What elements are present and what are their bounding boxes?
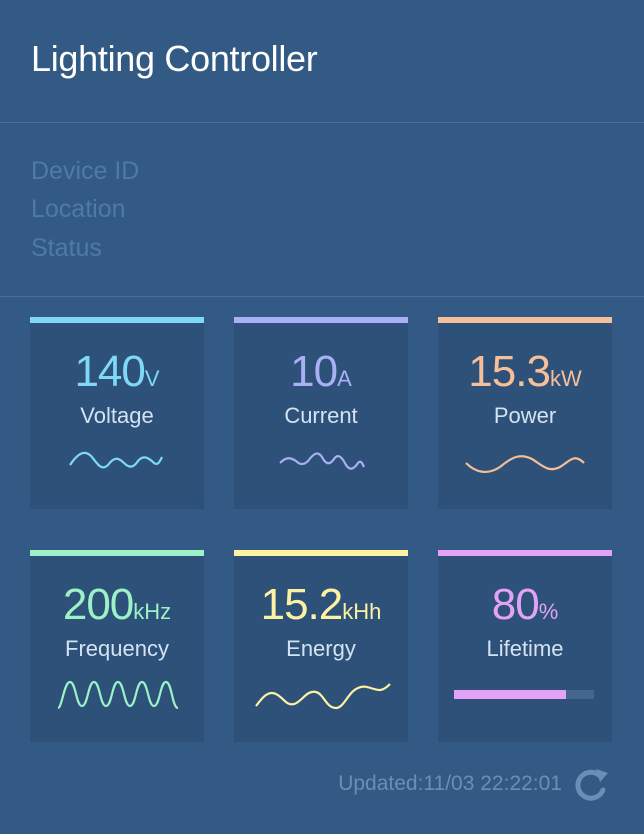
- frequency-unit: kHz: [133, 599, 172, 624]
- location-label: Location: [31, 195, 126, 223]
- current-value: 10A: [234, 347, 408, 397]
- energy-value: 15.2kHh: [234, 580, 408, 630]
- device-id-label: Device ID: [31, 157, 140, 185]
- voltage-label: Voltage: [80, 403, 154, 428]
- current-unit: A: [337, 366, 352, 391]
- frequency-label: Frequency: [65, 636, 169, 661]
- lifetime-progress-bar: [454, 690, 594, 699]
- power-number: 15.3: [468, 347, 551, 396]
- energy-unit: kHh: [342, 599, 382, 624]
- status-label: Status: [31, 234, 102, 262]
- energy-number: 15.2: [260, 580, 344, 629]
- energy-card: 15.2kHh Energy: [234, 550, 408, 742]
- frequency-value: 200kHz: [30, 580, 204, 630]
- lifetime-value: 80%: [438, 580, 612, 630]
- energy-label: Energy: [286, 636, 356, 661]
- current-number: 10: [290, 347, 338, 396]
- frequency-wave-icon: [56, 680, 179, 710]
- frequency-number: 200: [62, 580, 134, 629]
- lifetime-number: 80: [491, 580, 540, 629]
- power-card: 15.3kW Power: [438, 317, 612, 509]
- current-card: 10A Current: [234, 317, 408, 509]
- energy-wave-icon: [255, 683, 391, 710]
- lifetime-label: Lifetime: [486, 636, 564, 661]
- power-value: 15.3kW: [438, 347, 612, 397]
- lifetime-unit: %: [538, 599, 559, 624]
- voltage-card: 140V Voltage: [30, 317, 204, 509]
- current-label: Current: [284, 403, 358, 428]
- header: Lighting Controller: [0, 0, 644, 123]
- lifetime-card: 80% Lifetime: [438, 550, 612, 742]
- device-info-panel: Device ID Location Status: [0, 123, 644, 297]
- refresh-icon[interactable]: [570, 765, 612, 803]
- updated-timestamp: Updated:11/03 22:22:01: [338, 772, 562, 795]
- voltage-number: 140: [74, 347, 145, 396]
- power-label: Power: [493, 403, 557, 428]
- page-title: Lighting Controller: [31, 38, 318, 79]
- power-unit: kW: [549, 366, 582, 391]
- power-wave-icon: [465, 455, 585, 473]
- voltage-unit: V: [144, 366, 160, 391]
- voltage-wave-icon: [69, 451, 163, 469]
- current-wave-icon: [279, 452, 365, 470]
- lifetime-progress-fill: [454, 690, 566, 699]
- frequency-card: 200kHz Frequency: [30, 550, 204, 742]
- voltage-value: 140V: [30, 347, 204, 397]
